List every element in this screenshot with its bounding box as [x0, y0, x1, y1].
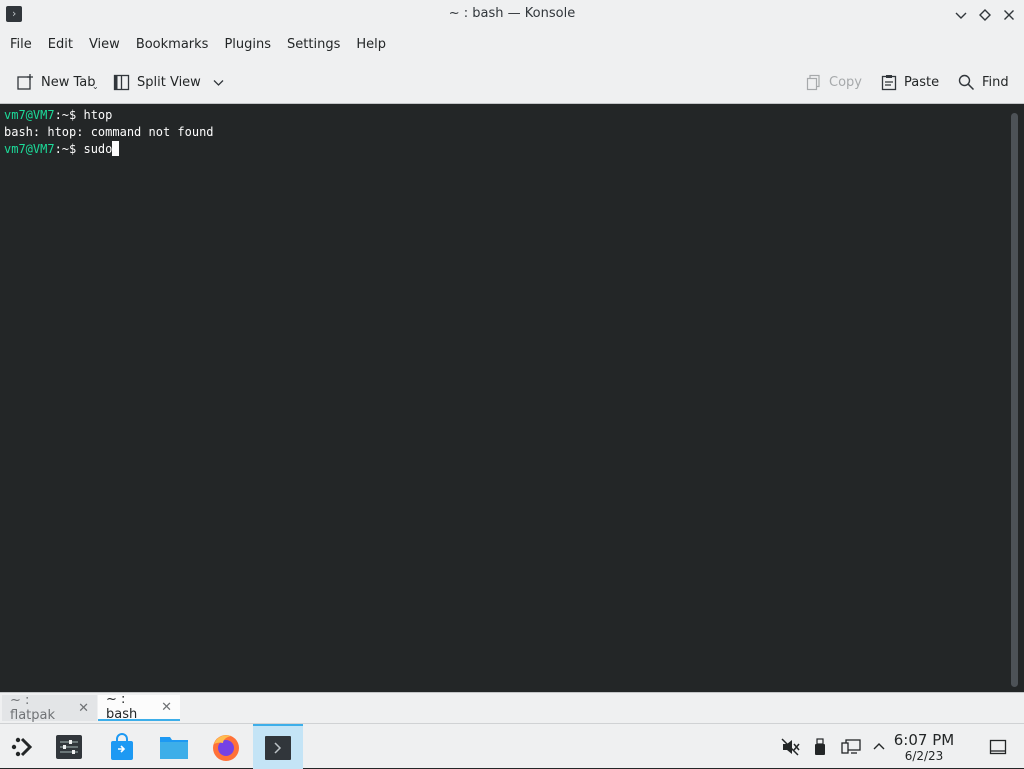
- menu-bookmarks[interactable]: Bookmarks: [128, 31, 217, 59]
- terminal-line: bash: htop: command not found: [4, 125, 214, 139]
- prompt-user-host: vm7@VM7: [4, 108, 55, 122]
- paste-button[interactable]: Paste: [881, 68, 939, 96]
- text-cursor: [112, 141, 120, 156]
- menu-file[interactable]: File: [2, 31, 40, 59]
- file-manager-task[interactable]: [149, 724, 199, 769]
- minimize-icon: [955, 12, 967, 19]
- taskbar: 6:07 PM 6/2/23: [0, 723, 1024, 769]
- system-settings-task[interactable]: [44, 724, 94, 769]
- show-desktop-icon: [989, 739, 1007, 754]
- terminal-command: sudo: [83, 142, 113, 156]
- prompt-user-host: vm7@VM7: [4, 142, 55, 156]
- firefox-icon: [213, 734, 239, 761]
- chevron-down-icon[interactable]: [213, 77, 224, 88]
- close-button[interactable]: [998, 4, 1020, 26]
- copy-icon: [806, 74, 820, 90]
- menu-view[interactable]: View: [81, 31, 128, 59]
- usb-drive-icon: [815, 737, 825, 755]
- new-tab-label: New Tab: [41, 74, 96, 90]
- volume-muted-icon: [781, 737, 800, 756]
- network-tray-button[interactable]: [838, 724, 864, 769]
- terminal-command: htop: [83, 108, 113, 122]
- terminal-scrollbar[interactable]: [1008, 105, 1024, 692]
- show-desktop-button[interactable]: [986, 724, 1010, 769]
- menu-plugins[interactable]: Plugins: [216, 31, 279, 59]
- storage-tray-button[interactable]: [809, 724, 831, 769]
- copy-button[interactable]: Copy: [806, 68, 862, 96]
- settings-sliders-icon: [56, 734, 82, 759]
- terminal-output[interactable]: vm7@VM7:~$ htop bash: htop: command not f…: [0, 105, 1008, 692]
- new-tab-dropdown-icon[interactable]: ⌄: [92, 82, 99, 91]
- konsole-task[interactable]: [253, 724, 303, 769]
- tab-close-icon[interactable]: ✕: [161, 700, 172, 715]
- application-launcher-button[interactable]: [0, 724, 44, 769]
- tab-bash[interactable]: ~ : bash ✕: [98, 692, 180, 722]
- clock-time: 6:07 PM: [893, 731, 955, 749]
- toolbar: New Tab ⌄ Split View Copy Paste Find: [0, 60, 1024, 104]
- minimize-button[interactable]: [950, 4, 972, 26]
- folder-icon: [160, 736, 188, 759]
- window-title: ~ : bash — Konsole: [448, 6, 576, 21]
- network-wired-icon: [841, 738, 861, 754]
- discover-task[interactable]: [97, 724, 147, 769]
- menu-settings[interactable]: Settings: [279, 31, 348, 59]
- new-tab-button[interactable]: New Tab: [16, 68, 96, 96]
- tab-label: ~ : bash: [106, 692, 138, 722]
- find-label: Find: [982, 74, 1009, 90]
- maximize-button[interactable]: [974, 4, 996, 26]
- maximize-icon: [979, 9, 991, 21]
- shopping-bag-icon: [111, 732, 133, 760]
- menu-help[interactable]: Help: [348, 31, 394, 59]
- copy-label: Copy: [829, 74, 862, 90]
- find-button[interactable]: Find: [958, 68, 1009, 96]
- firefox-task[interactable]: [201, 724, 251, 769]
- clock-date: 6/2/23: [904, 749, 944, 763]
- paste-label: Paste: [904, 74, 940, 90]
- launcher-icon: [11, 737, 33, 756]
- new-tab-icon: [17, 74, 33, 90]
- split-view-button[interactable]: Split View: [113, 68, 224, 96]
- window-titlebar[interactable]: › ~ : bash — Konsole: [0, 0, 1024, 30]
- terminal-icon: [265, 735, 291, 760]
- terminal-line: vm7@VM7:~$ htop: [4, 107, 1004, 124]
- volume-tray-button[interactable]: [778, 724, 804, 769]
- digital-clock[interactable]: 6:07 PM 6/2/23: [884, 731, 964, 764]
- prompt-path: :~$: [54, 142, 84, 156]
- tab-label: ~ : flatpak: [10, 693, 55, 723]
- terminal-line: vm7@VM7:~$ sudo: [4, 141, 1004, 158]
- tab-flatpak[interactable]: ~ : flatpak ✕: [2, 693, 97, 723]
- menu-edit[interactable]: Edit: [40, 31, 81, 59]
- search-icon: [958, 74, 975, 90]
- menu-bar: File Edit View Bookmarks Plugins Setting…: [0, 30, 1024, 60]
- tab-close-icon[interactable]: ✕: [78, 701, 89, 716]
- scrollbar-thumb[interactable]: [1011, 113, 1018, 687]
- paste-icon: [881, 74, 897, 90]
- split-view-label: Split View: [137, 74, 201, 90]
- session-tab-bar: ~ : flatpak ✕ ~ : bash ✕: [0, 692, 1024, 723]
- prompt-path: :~$: [54, 108, 84, 122]
- split-view-icon: [113, 74, 130, 90]
- window-controls: [950, 4, 1020, 26]
- close-icon: [1004, 10, 1014, 20]
